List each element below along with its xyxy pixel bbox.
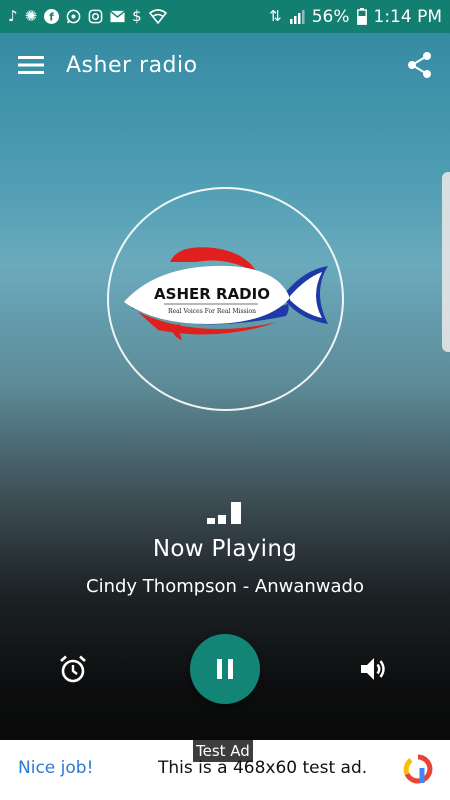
logo-name: ASHER RADIO — [154, 285, 270, 303]
svg-text:f: f — [49, 12, 54, 24]
edge-panel-handle[interactable] — [442, 172, 450, 352]
ad-cta[interactable]: Nice job! — [18, 758, 93, 778]
track-title: Cindy Thompson - Anwanwado — [86, 576, 364, 597]
data-transfer-icon: ⇅ — [269, 7, 282, 25]
ad-text: This is a 468x60 test ad. — [158, 758, 368, 778]
dollar-icon: $ — [132, 7, 142, 25]
asher-radio-logo: ASHER RADIO Real Voices For Real Mission — [124, 247, 328, 340]
pause-button[interactable] — [190, 634, 260, 704]
clock: 1:14 PM — [373, 6, 443, 27]
hamburger-menu-icon[interactable] — [16, 50, 46, 80]
whatsapp-icon — [66, 9, 81, 24]
settings-app-icon: ✺ — [24, 7, 38, 25]
now-playing-title: Now Playing — [152, 536, 298, 562]
app-bar: Asher radio — [0, 33, 450, 97]
mail-icon — [110, 10, 126, 23]
status-left-icons: ♪ ✺ f $ — [8, 9, 167, 24]
status-right: ⇅ 56% 1:14 PM — [269, 7, 442, 27]
signal-icon — [289, 9, 305, 24]
status-bar: ♪ ✺ f $ ⇅ 56% 1:14 PM — [0, 0, 450, 33]
app-title: Asher radio — [66, 52, 198, 78]
logo-tagline: Real Voices For Real Mission — [168, 308, 256, 315]
wifi-icon — [148, 9, 167, 24]
volume-icon[interactable] — [358, 654, 388, 684]
battery-icon — [356, 8, 367, 25]
facebook-icon: f — [44, 9, 60, 24]
instagram-icon — [88, 9, 103, 24]
pause-icon — [217, 659, 233, 679]
equalizer-bars-icon — [207, 502, 241, 524]
share-icon[interactable] — [406, 51, 434, 79]
battery-percent: 56% — [311, 6, 350, 27]
adchoices-icon[interactable] — [402, 753, 434, 785]
alarm-clock-icon[interactable] — [58, 654, 88, 684]
music-note-icon: ♪ — [8, 7, 18, 25]
